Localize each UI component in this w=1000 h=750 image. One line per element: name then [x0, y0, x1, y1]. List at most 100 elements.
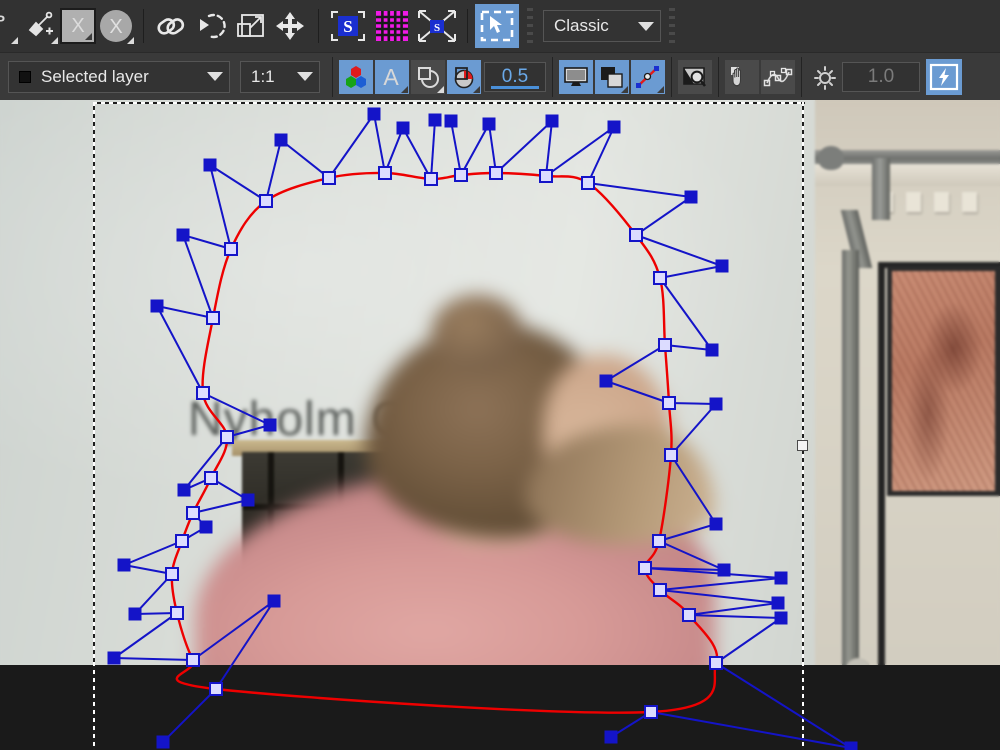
spline-handle-point[interactable] — [107, 651, 121, 665]
spline-handle-point[interactable] — [684, 190, 698, 204]
spline-anchor-point[interactable] — [629, 228, 643, 242]
spline-anchor-point[interactable] — [658, 338, 672, 352]
spline-anchor-point[interactable] — [644, 705, 658, 719]
spline-anchor-point[interactable] — [186, 506, 200, 520]
spline-anchor-point[interactable] — [662, 396, 676, 410]
flash-preview-button[interactable] — [926, 58, 962, 95]
spline-handle-point[interactable] — [396, 121, 410, 135]
spline-handle-point[interactable] — [199, 520, 213, 534]
zoom-region-button[interactable] — [678, 59, 712, 94]
spline-handle-point[interactable] — [599, 374, 613, 388]
layer-selector-dropdown[interactable]: Selected layer — [8, 60, 230, 93]
view-preset-dropdown[interactable]: Classic — [543, 10, 661, 42]
spline-anchor-point[interactable] — [204, 471, 218, 485]
spline-anchor-point[interactable] — [175, 534, 189, 548]
spline-handle-point[interactable] — [709, 517, 723, 531]
spline-handle-point[interactable] — [604, 730, 618, 744]
toolbar-grip-handle[interactable] — [525, 4, 537, 48]
spline-anchor-point[interactable] — [424, 172, 438, 186]
image-canvas[interactable]: Nyholm Cantr — [0, 100, 1000, 750]
spline-anchor-point[interactable] — [489, 166, 503, 180]
spline-handle-point[interactable] — [367, 107, 381, 121]
spline-anchor-point[interactable] — [206, 311, 220, 325]
transform-tool[interactable] — [231, 6, 271, 46]
marquee-select-tool[interactable] — [475, 4, 519, 48]
spline-anchor-point[interactable] — [581, 176, 595, 190]
spline-handle-point[interactable] — [117, 558, 131, 572]
spline-handle-point[interactable] — [844, 741, 858, 750]
alpha-overlay-toggle[interactable]: A — [375, 59, 409, 94]
spline-anchor-point[interactable] — [653, 583, 667, 597]
gain-value-field[interactable]: 1.0 — [842, 61, 920, 92]
spline-handle-point[interactable] — [156, 735, 170, 749]
spline-handle-point[interactable] — [771, 596, 785, 610]
spline-handle-point[interactable] — [482, 117, 496, 131]
paint-brush-p-tool[interactable]: P — [0, 6, 20, 46]
spline-anchor-point[interactable] — [322, 171, 336, 185]
stabilize-surface-tool[interactable]: S — [326, 6, 370, 46]
spline-handle-point[interactable] — [263, 418, 277, 432]
remove-circle-tool[interactable]: X — [96, 6, 136, 46]
spline-handle-line — [265, 139, 282, 202]
rgb-channels-toggle[interactable] — [339, 59, 373, 94]
flyout-corner-icon — [437, 85, 444, 93]
overlay-color-toggle[interactable] — [447, 59, 481, 94]
point-editor-button[interactable] — [761, 59, 795, 94]
spline-anchor-point[interactable] — [378, 166, 392, 180]
remove-square-tool[interactable]: X — [60, 8, 96, 44]
spline-point-group[interactable] — [165, 166, 723, 719]
paint-add-tool[interactable] — [20, 6, 60, 46]
spline-anchor-point[interactable] — [638, 561, 652, 575]
spline-anchor-point[interactable] — [165, 567, 179, 581]
spline-handle-point[interactable] — [428, 113, 442, 127]
spline-anchor-point[interactable] — [186, 653, 200, 667]
spline-handle-point[interactable] — [709, 397, 723, 411]
spline-anchor-point[interactable] — [170, 606, 184, 620]
spline-anchor-point[interactable] — [709, 656, 723, 670]
spline-anchor-point[interactable] — [209, 682, 223, 696]
spline-handle-group[interactable] — [107, 107, 858, 750]
spline-handle-point[interactable] — [774, 571, 788, 585]
spline-anchor-point[interactable] — [454, 168, 468, 182]
spline-handle-point[interactable] — [444, 114, 458, 128]
spline-anchor-point[interactable] — [653, 271, 667, 285]
spline-handle-point[interactable] — [267, 594, 281, 608]
spline-handle-point[interactable] — [715, 259, 729, 273]
grid-warp-tool[interactable] — [370, 6, 414, 46]
spline-anchor-point[interactable] — [652, 534, 666, 548]
spline-anchor-point[interactable] — [682, 608, 696, 622]
layers-view-toggle[interactable] — [595, 59, 629, 94]
spline-anchor-point[interactable] — [664, 448, 678, 462]
spline-anchor-point[interactable] — [220, 430, 234, 444]
spline-handle-point[interactable] — [150, 299, 164, 313]
surface-expand-tool[interactable]: S — [414, 6, 460, 46]
zoom-level-dropdown[interactable]: 1:1 — [240, 60, 320, 93]
spline-handle-point[interactable] — [774, 611, 788, 625]
spline-handle-point[interactable] — [705, 343, 719, 357]
spline-anchor-point[interactable] — [539, 169, 553, 183]
spline-handle-point[interactable] — [274, 133, 288, 147]
spline-anchor-point[interactable] — [259, 194, 273, 208]
spline-handle-point[interactable] — [177, 483, 191, 497]
spline-handle-point[interactable] — [176, 228, 190, 242]
spline-handle-line — [192, 499, 249, 514]
reshape-tool[interactable] — [191, 6, 231, 46]
spline-handle-point[interactable] — [241, 493, 255, 507]
monitor-view-toggle[interactable] — [559, 59, 593, 94]
pan-hand-button[interactable] — [725, 59, 759, 94]
link-tool[interactable] — [151, 6, 191, 46]
matte-view-toggle[interactable] — [411, 59, 445, 94]
spline-handle-line — [280, 139, 330, 179]
spline-handle-line — [192, 600, 275, 661]
roto-spline-overlay[interactable] — [0, 100, 1000, 750]
spline-handle-point[interactable] — [203, 158, 217, 172]
spline-handle-point[interactable] — [545, 114, 559, 128]
move-tool[interactable] — [271, 6, 311, 46]
spline-handle-point[interactable] — [607, 120, 621, 134]
overlay-opacity-field[interactable]: 0.5 — [484, 61, 546, 92]
spline-view-toggle[interactable] — [631, 59, 665, 94]
spline-anchor-point[interactable] — [196, 386, 210, 400]
spline-handle-point[interactable] — [128, 607, 142, 621]
toolbar-grip-handle-2[interactable] — [667, 4, 679, 48]
spline-anchor-point[interactable] — [224, 242, 238, 256]
